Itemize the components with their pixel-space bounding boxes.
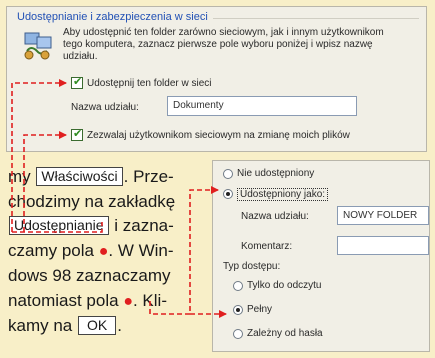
callout-arrows xyxy=(11,79,227,318)
callout-line-xp-2 xyxy=(23,131,67,232)
callout-line-xp xyxy=(11,79,67,232)
callout-line-xp-3 xyxy=(12,222,103,233)
callout-line-98 xyxy=(149,186,219,315)
